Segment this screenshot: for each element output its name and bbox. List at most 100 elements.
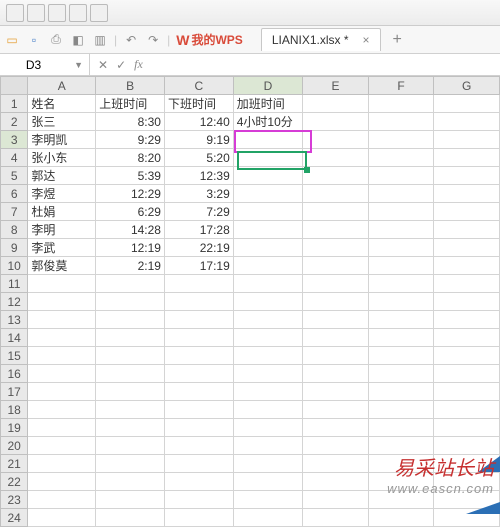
cell[interactable] bbox=[96, 509, 165, 527]
cell[interactable] bbox=[303, 437, 369, 455]
cell[interactable] bbox=[233, 365, 302, 383]
cell[interactable] bbox=[164, 347, 233, 365]
cell[interactable]: 8:30 bbox=[96, 113, 165, 131]
cell[interactable] bbox=[368, 113, 434, 131]
cell[interactable]: 加班时间 bbox=[233, 95, 302, 113]
cell[interactable]: 张三 bbox=[28, 113, 96, 131]
cell[interactable]: 郭达 bbox=[28, 167, 96, 185]
cell[interactable]: 12:19 bbox=[96, 239, 165, 257]
ribbon-icon[interactable] bbox=[48, 4, 66, 22]
cell[interactable] bbox=[434, 149, 500, 167]
cell[interactable] bbox=[303, 131, 369, 149]
cell[interactable] bbox=[233, 257, 302, 275]
cell[interactable] bbox=[303, 167, 369, 185]
ribbon-icon[interactable] bbox=[27, 4, 45, 22]
cell[interactable] bbox=[233, 131, 302, 149]
save-icon[interactable]: ▫ bbox=[26, 32, 42, 48]
cell[interactable]: 7:29 bbox=[164, 203, 233, 221]
document-tab[interactable]: LIANIX1.xlsx * × bbox=[261, 28, 381, 51]
cell[interactable] bbox=[368, 509, 434, 527]
cell[interactable]: 17:28 bbox=[164, 221, 233, 239]
cell[interactable] bbox=[233, 293, 302, 311]
cell[interactable] bbox=[368, 293, 434, 311]
cell[interactable] bbox=[96, 347, 165, 365]
cell[interactable] bbox=[434, 239, 500, 257]
cell[interactable] bbox=[28, 473, 96, 491]
mywps-button[interactable]: W 我的WPS bbox=[176, 31, 243, 48]
cell[interactable] bbox=[303, 203, 369, 221]
cell[interactable] bbox=[233, 239, 302, 257]
cell[interactable]: 12:29 bbox=[96, 185, 165, 203]
cell[interactable] bbox=[434, 383, 500, 401]
cell[interactable] bbox=[434, 293, 500, 311]
cell[interactable] bbox=[233, 491, 302, 509]
cell[interactable] bbox=[28, 419, 96, 437]
col-header-G[interactable]: G bbox=[434, 77, 500, 95]
cell[interactable] bbox=[164, 473, 233, 491]
cell[interactable] bbox=[303, 311, 369, 329]
cell[interactable] bbox=[96, 401, 165, 419]
row-header-3[interactable]: 3 bbox=[1, 131, 28, 149]
cell[interactable]: 下班时间 bbox=[164, 95, 233, 113]
cell[interactable] bbox=[303, 185, 369, 203]
cell[interactable]: 17:19 bbox=[164, 257, 233, 275]
cell[interactable] bbox=[28, 347, 96, 365]
cell[interactable] bbox=[233, 221, 302, 239]
cell[interactable] bbox=[434, 203, 500, 221]
undo-icon[interactable]: ↶ bbox=[123, 32, 139, 48]
row-header-9[interactable]: 9 bbox=[1, 239, 28, 257]
cell[interactable] bbox=[233, 311, 302, 329]
cell-reference-input[interactable] bbox=[6, 58, 61, 72]
row-header-15[interactable]: 15 bbox=[1, 347, 28, 365]
cell[interactable]: 12:39 bbox=[164, 167, 233, 185]
cell[interactable] bbox=[303, 239, 369, 257]
new-tab-button[interactable]: + bbox=[387, 31, 408, 49]
ribbon-icon[interactable] bbox=[90, 4, 108, 22]
cell[interactable] bbox=[434, 95, 500, 113]
cell[interactable] bbox=[28, 383, 96, 401]
col-header-C[interactable]: C bbox=[164, 77, 233, 95]
select-all-corner[interactable] bbox=[1, 77, 28, 95]
row-header-22[interactable]: 22 bbox=[1, 473, 28, 491]
cell[interactable] bbox=[303, 257, 369, 275]
cell[interactable] bbox=[303, 473, 369, 491]
row-header-1[interactable]: 1 bbox=[1, 95, 28, 113]
cell[interactable] bbox=[303, 383, 369, 401]
cancel-formula-icon[interactable]: ✕ bbox=[98, 58, 108, 72]
cell[interactable] bbox=[303, 221, 369, 239]
close-icon[interactable]: × bbox=[363, 33, 370, 47]
print-icon[interactable]: ⎙ bbox=[48, 32, 64, 48]
cell[interactable] bbox=[303, 329, 369, 347]
cell[interactable] bbox=[28, 509, 96, 527]
cell[interactable] bbox=[96, 293, 165, 311]
cell[interactable] bbox=[368, 419, 434, 437]
cell[interactable]: 李武 bbox=[28, 239, 96, 257]
cell[interactable] bbox=[96, 437, 165, 455]
cell[interactable] bbox=[434, 131, 500, 149]
cell[interactable] bbox=[233, 203, 302, 221]
cell[interactable] bbox=[368, 185, 434, 203]
cell[interactable] bbox=[303, 113, 369, 131]
cell[interactable]: 姓名 bbox=[28, 95, 96, 113]
fx-icon[interactable]: fx bbox=[134, 57, 143, 72]
col-header-D[interactable]: D bbox=[233, 77, 302, 95]
cell[interactable] bbox=[233, 347, 302, 365]
row-header-7[interactable]: 7 bbox=[1, 203, 28, 221]
cell[interactable]: 14:28 bbox=[96, 221, 165, 239]
cell[interactable]: 9:19 bbox=[164, 131, 233, 149]
cell[interactable] bbox=[303, 347, 369, 365]
cell[interactable] bbox=[434, 221, 500, 239]
row-header-4[interactable]: 4 bbox=[1, 149, 28, 167]
cell[interactable] bbox=[303, 455, 369, 473]
cell[interactable]: 2:19 bbox=[96, 257, 165, 275]
row-header-24[interactable]: 24 bbox=[1, 509, 28, 527]
cell[interactable]: 3:29 bbox=[164, 185, 233, 203]
cell[interactable] bbox=[96, 473, 165, 491]
cell[interactable] bbox=[28, 491, 96, 509]
cell[interactable] bbox=[164, 455, 233, 473]
cell[interactable]: 张小东 bbox=[28, 149, 96, 167]
cell[interactable] bbox=[434, 365, 500, 383]
cell[interactable] bbox=[164, 329, 233, 347]
cell[interactable] bbox=[28, 401, 96, 419]
row-header-5[interactable]: 5 bbox=[1, 167, 28, 185]
